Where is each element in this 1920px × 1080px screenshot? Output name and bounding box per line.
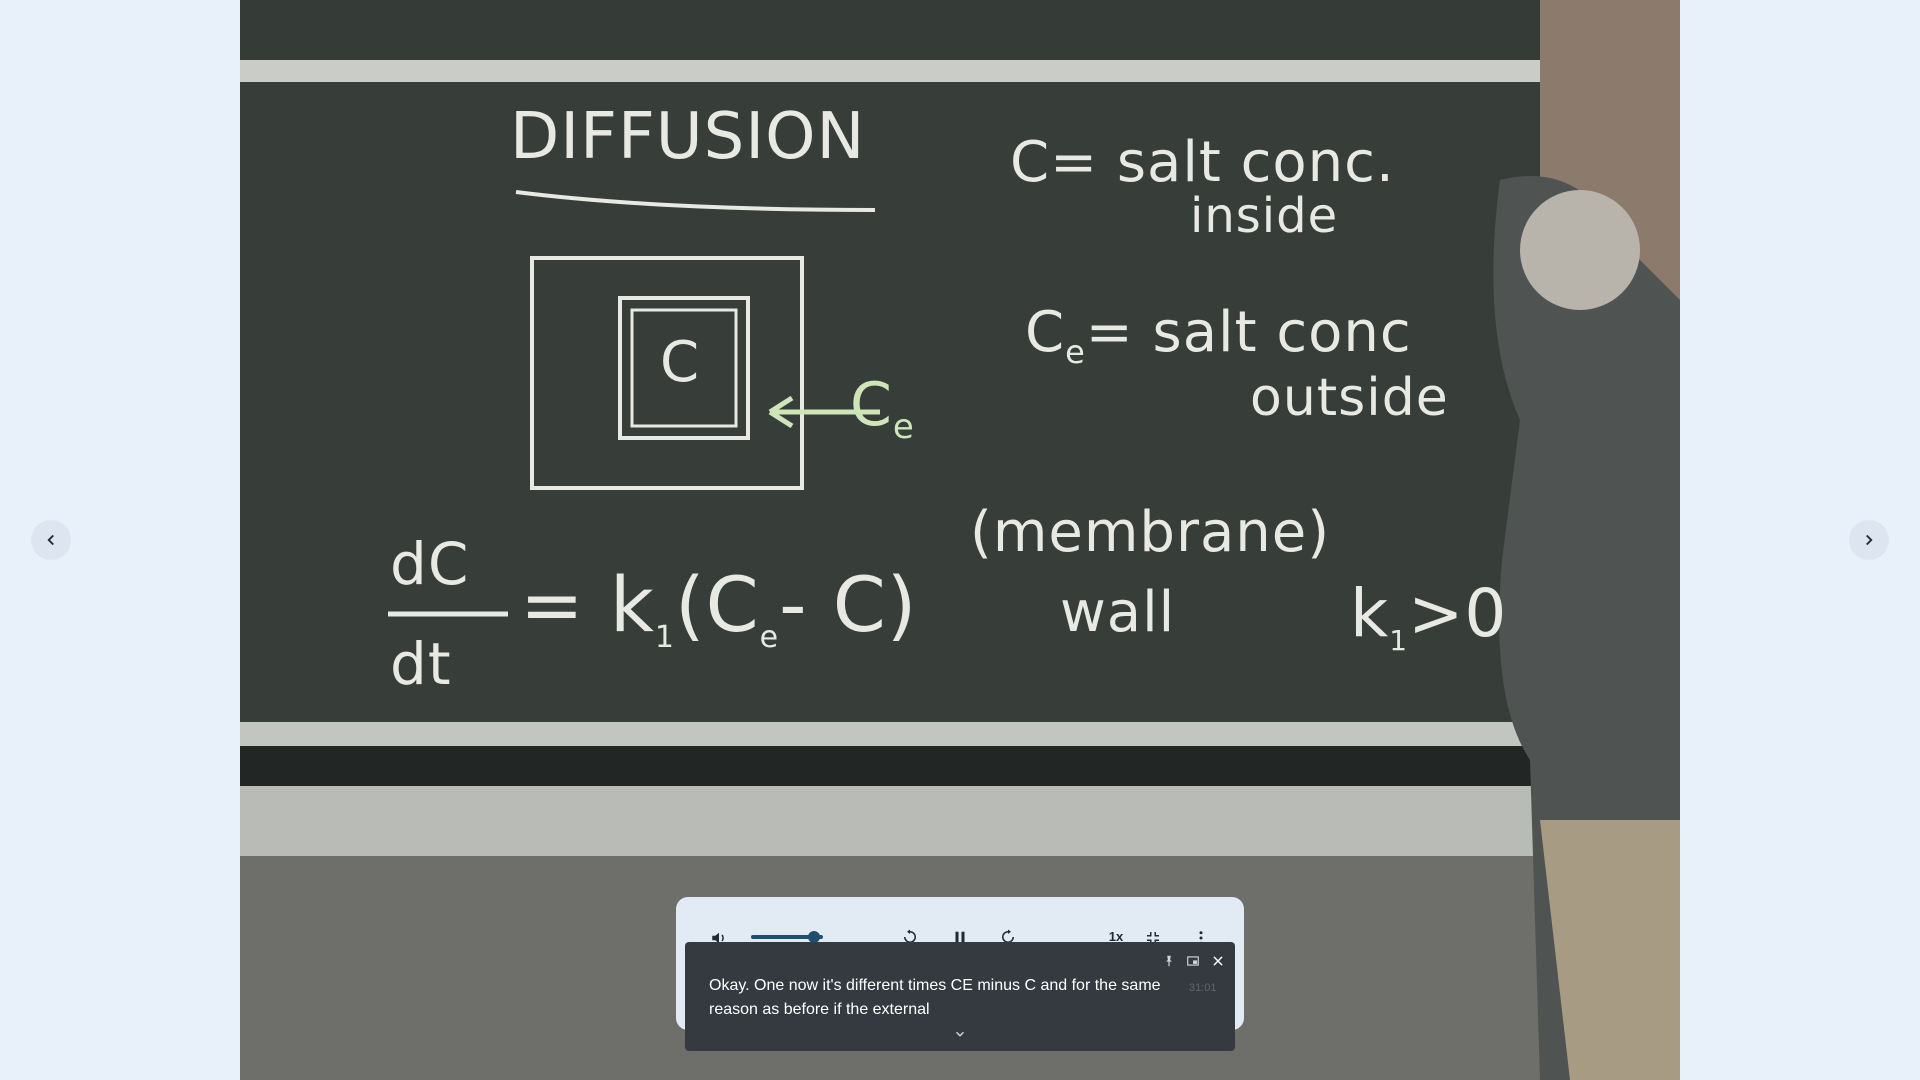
next-button[interactable] [1849,520,1889,560]
equation-denominator: dt [390,630,452,698]
equation-rhs: = k1(Ce- C) [520,560,917,655]
definition-ce-line2: outside [1250,368,1449,428]
definition-c-line2: inside [1190,188,1339,244]
definition-ce-subscript: e [1065,333,1086,372]
equation-rhs-k: = k [520,560,655,649]
equation-numerator: dC [390,530,470,598]
equation-paren-subscript: e [759,620,780,656]
equation-rhs-subscript: 1 [654,620,675,656]
definition-ce-text: = salt conc [1085,300,1412,365]
k-condition-end: >0 [1408,575,1508,652]
box-label: C [660,330,701,395]
previous-button[interactable] [31,520,71,560]
arrow-label-subscript: e [892,407,915,447]
chevron-right-icon [1866,534,1873,546]
expand-caption-button[interactable] [950,1026,970,1042]
pin-caption-button[interactable] [1160,952,1178,970]
picture-in-picture-button[interactable] [1184,952,1202,970]
board-title: DIFFUSION [510,100,866,174]
k-condition: k1>0 [1350,575,1507,657]
equation-paren-end: - C) [779,560,918,649]
membrane-line2: wall [1060,580,1176,645]
volume-slider[interactable] [751,931,823,943]
k-condition-k: k [1350,575,1390,652]
k-condition-subscript: 1 [1389,624,1409,658]
close-caption-button[interactable] [1209,952,1227,970]
arrow-label: Ce [850,370,915,447]
definition-ce-symbol: C [1025,300,1066,365]
chevron-down-icon [955,1031,965,1037]
membrane-line1: (membrane) [970,500,1331,565]
caption-timestamp: 31:01 [1189,982,1217,994]
chevron-left-icon [47,534,54,546]
caption-panel: Okay. One now it's different times CE mi… [685,942,1235,1051]
pin-icon [1166,955,1172,967]
close-icon [1213,956,1223,966]
definition-ce-line1: Ce= salt conc [1025,300,1412,371]
picture-in-picture-icon [1187,956,1199,966]
arrow-label-symbol: C [850,370,893,440]
caption-text: Okay. One now it's different times CE mi… [709,977,1161,1018]
definition-c-line1: C= salt conc. [1010,130,1395,195]
equation-paren: (C [674,560,760,649]
